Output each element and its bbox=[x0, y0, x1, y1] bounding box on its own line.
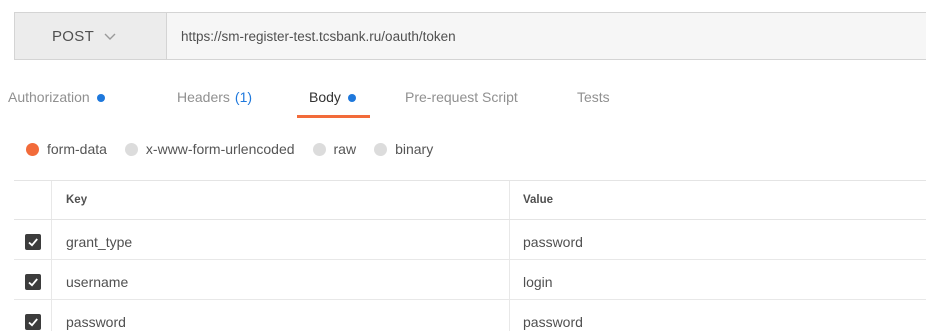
header-check-cell bbox=[14, 181, 52, 219]
headers-count-badge: (1) bbox=[234, 89, 253, 105]
table-row: username login bbox=[14, 260, 926, 300]
form-data-table: Key Value grant_type password username l… bbox=[14, 180, 926, 331]
radio-label: form-data bbox=[47, 141, 107, 157]
row-check-cell bbox=[14, 220, 52, 259]
row-check-cell bbox=[14, 260, 52, 299]
radio-selected-icon bbox=[26, 142, 39, 156]
column-header-value: Value bbox=[523, 194, 554, 206]
radio-label: raw bbox=[333, 141, 357, 157]
value-cell[interactable]: password bbox=[510, 300, 926, 331]
check-icon bbox=[27, 237, 38, 246]
tab-label: Pre-request Script bbox=[405, 89, 518, 105]
tab-label: Headers bbox=[177, 89, 230, 105]
table-header: Key Value bbox=[14, 180, 926, 220]
key-cell[interactable]: grant_type bbox=[52, 220, 510, 259]
radio-label: x-www-form-urlencoded bbox=[145, 141, 295, 157]
tab-tests[interactable]: Tests bbox=[577, 80, 610, 118]
request-bar: POST https://sm-register-test.tcsbank.ru… bbox=[14, 12, 926, 60]
modified-dot-icon bbox=[347, 94, 356, 102]
chevron-down-icon bbox=[104, 30, 116, 42]
radio-x-www-form-urlencoded[interactable]: x-www-form-urlencoded bbox=[124, 141, 295, 157]
key-cell[interactable]: username bbox=[52, 260, 510, 299]
radio-binary[interactable]: binary bbox=[374, 141, 433, 157]
radio-form-data[interactable]: form-data bbox=[26, 141, 107, 157]
check-icon bbox=[27, 277, 38, 286]
row-checkbox[interactable] bbox=[24, 313, 41, 330]
modified-dot-icon bbox=[96, 94, 105, 102]
radio-unselected-icon bbox=[374, 142, 388, 156]
radio-raw[interactable]: raw bbox=[312, 141, 357, 157]
tab-label: Tests bbox=[577, 89, 610, 105]
row-check-cell bbox=[14, 300, 52, 331]
url-text: https://sm-register-test.tcsbank.ru/oaut… bbox=[181, 28, 456, 44]
table-row: grant_type password bbox=[14, 220, 926, 260]
tab-label: Body bbox=[309, 89, 341, 105]
tab-authorization[interactable]: Authorization bbox=[8, 80, 105, 118]
radio-label: binary bbox=[395, 141, 434, 157]
radio-unselected-icon bbox=[124, 142, 138, 156]
tab-label: Authorization bbox=[8, 89, 90, 105]
method-label: POST bbox=[52, 27, 95, 45]
method-select[interactable]: POST bbox=[14, 12, 166, 60]
radio-unselected-icon bbox=[312, 142, 326, 156]
check-icon bbox=[27, 317, 38, 326]
url-input[interactable]: https://sm-register-test.tcsbank.ru/oaut… bbox=[166, 12, 926, 60]
table-row: password password bbox=[14, 300, 926, 331]
tab-pre-request-script[interactable]: Pre-request Script bbox=[405, 80, 518, 118]
value-cell[interactable]: password bbox=[510, 220, 926, 259]
request-tabs: Authorization Headers (1) Body Pre-reque… bbox=[0, 80, 926, 118]
column-header-key: Key bbox=[52, 181, 510, 219]
body-type-selector: form-data x-www-form-urlencoded raw bina… bbox=[26, 138, 451, 160]
tab-headers[interactable]: Headers (1) bbox=[177, 80, 252, 118]
tab-body[interactable]: Body bbox=[297, 80, 370, 118]
row-checkbox[interactable] bbox=[24, 233, 41, 250]
row-checkbox[interactable] bbox=[24, 273, 41, 290]
key-cell[interactable]: password bbox=[52, 300, 510, 331]
value-cell[interactable]: login bbox=[510, 260, 926, 299]
